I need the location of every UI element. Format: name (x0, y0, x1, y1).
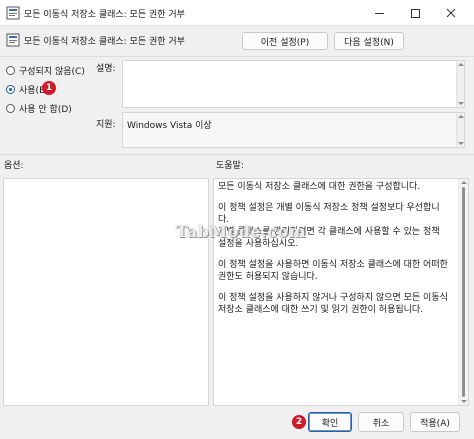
scroll-down-icon (460, 400, 467, 403)
radio-not-configured[interactable]: 구성되지 않음(C) (6, 64, 85, 77)
help-paragraph: 모든 이동식 저장소 클래스에 대한 권한을 구성합니다. (218, 182, 421, 192)
help-label: 도움말: (216, 161, 244, 171)
scroll-up-icon (457, 115, 464, 118)
cancel-button[interactable]: 취소 (358, 412, 404, 432)
next-setting-button[interactable]: 다음 설정(N) (334, 32, 404, 50)
policy-icon (6, 33, 20, 47)
apply-button[interactable]: 적용(A) (410, 412, 460, 432)
window-title: 모든 이동식 저장소 클래스: 모든 권한 거부 (24, 10, 185, 20)
help-paragraph: 이 정책 설정을 사용하지 않거나 구성하지 않으면 모든 이동식 저장소 클래… (218, 293, 448, 315)
supported-value: Windows Vista 이상 (127, 121, 212, 131)
help-text: 모든 이동식 저장소 클래스에 대한 권한을 구성합니다. 이 정책 설정은 개… (218, 181, 450, 325)
close-icon (446, 8, 456, 18)
section-divider (0, 154, 474, 155)
scroll-up-icon (460, 181, 467, 184)
annotation-badge-2: 2 (292, 415, 306, 429)
minimize-icon (374, 12, 384, 14)
annotation-badge-1: 1 (42, 81, 56, 95)
header-divider (0, 56, 474, 57)
policy-name: 모든 이동식 저장소 클래스: 모든 권한 거부 (24, 37, 185, 47)
description-scrollbar[interactable] (456, 61, 464, 107)
options-panel (3, 178, 209, 406)
scroll-down-icon (457, 102, 464, 105)
radio-label-disabled: 사용 안 함(D) (19, 105, 72, 115)
radio-indicator-selected (6, 85, 15, 94)
minimize-button[interactable] (364, 0, 394, 26)
ok-button[interactable]: 확인 (308, 412, 352, 432)
supported-scrollbar[interactable] (456, 113, 464, 147)
scroll-thumb[interactable] (462, 187, 465, 397)
help-scrollbar[interactable] (458, 179, 468, 405)
scroll-down-icon (457, 142, 464, 145)
description-field[interactable] (122, 60, 465, 108)
maximize-icon (410, 8, 420, 18)
radio-label-not-configured: 구성되지 않음(C) (19, 67, 85, 77)
watermark: TabMode.com (176, 222, 307, 241)
radio-disabled[interactable]: 사용 안 함(D) (6, 102, 72, 115)
radio-indicator (6, 104, 15, 113)
options-label: 옵션: (4, 161, 24, 171)
policy-settings-icon (6, 6, 20, 20)
radio-indicator (6, 66, 15, 75)
scroll-up-icon (457, 63, 464, 66)
description-label: 설명: (96, 64, 116, 74)
supported-label: 지원: (96, 120, 116, 130)
maximize-button[interactable] (400, 0, 430, 26)
previous-setting-button[interactable]: 이전 설정(P) (242, 32, 328, 50)
help-paragraph: 이 정책 설정을 사용하면 이동식 저장소 클래스에 대한 어떠한 권한도 허용… (218, 260, 448, 282)
close-button[interactable] (436, 0, 466, 26)
